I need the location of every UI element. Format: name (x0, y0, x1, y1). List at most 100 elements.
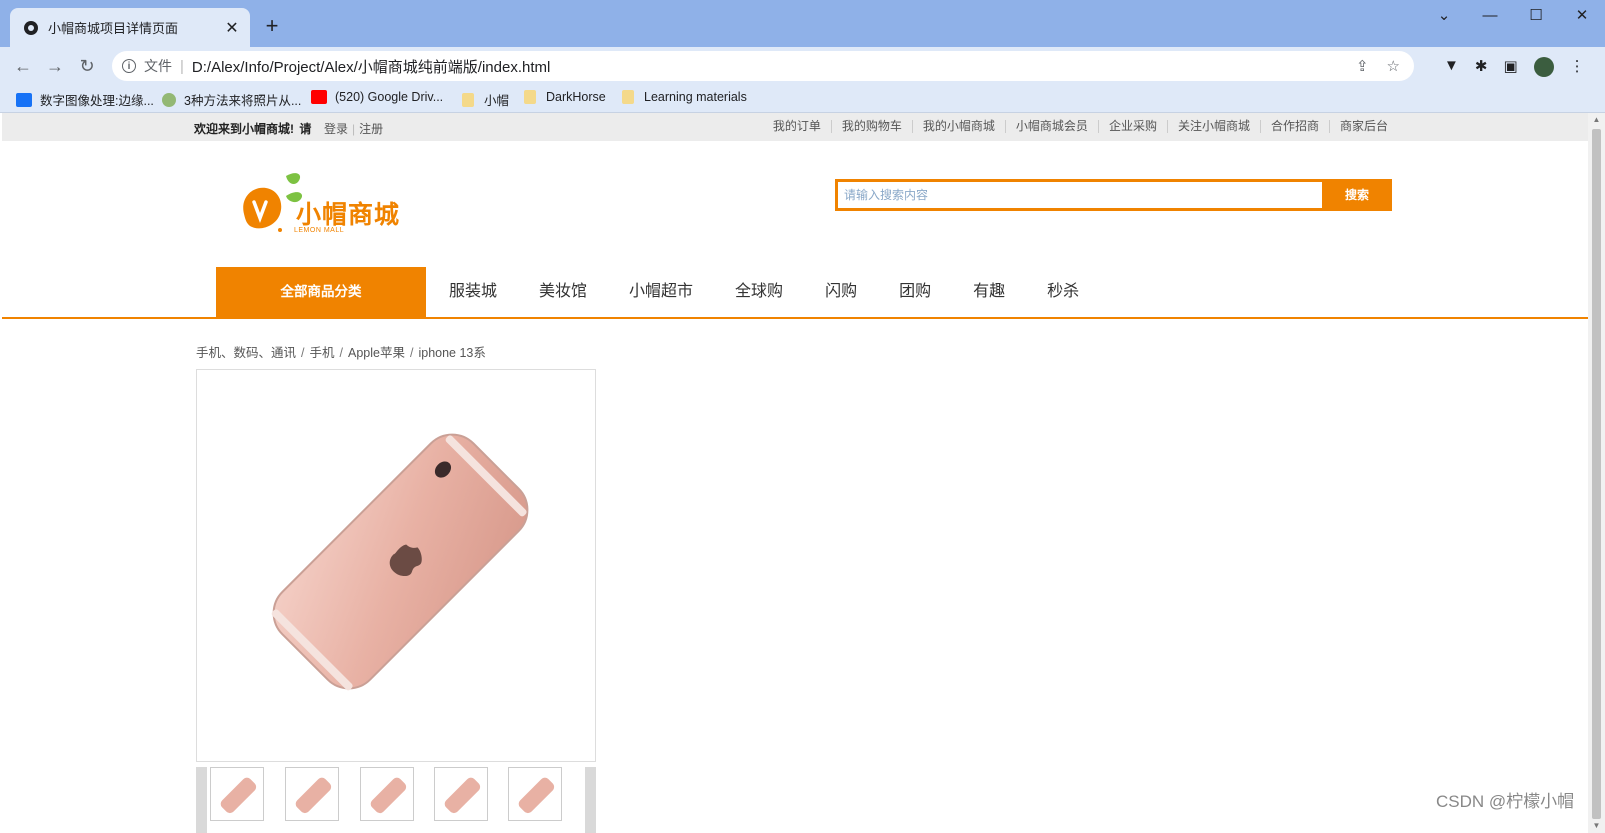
thumbnail-image[interactable] (508, 767, 562, 821)
thumb-next-arrow[interactable] (585, 767, 596, 833)
thumbnail-image[interactable] (210, 767, 264, 821)
breadcrumb: 手机、数码、通讯 / 手机 / Apple苹果 / iphone 13系 (196, 342, 486, 361)
reload-button[interactable]: ↻ (74, 53, 100, 79)
address-url[interactable]: D:/Alex/Info/Project/Alex/小帽商城纯前端版/index… (192, 56, 550, 77)
nav-item-beauty[interactable]: 美妆馆 (518, 267, 608, 317)
link-merchant[interactable]: 商家后台 (1328, 120, 1398, 133)
nav-item-clothing[interactable]: 服装城 (428, 267, 518, 317)
bookmark-label: 小帽 (484, 94, 510, 108)
link-partnership[interactable]: 合作招商 (1259, 120, 1329, 133)
window-controls: ⌄ — ☐ ✕ (1421, 0, 1605, 32)
breadcrumb-item[interactable]: Apple苹果 (348, 346, 405, 360)
link-my-orders[interactable]: 我的订单 (763, 120, 831, 133)
breadcrumb-item[interactable]: 手机、数码、通讯 (196, 346, 296, 360)
bookmark-item[interactable]: 数字图像处理:边缘... (16, 90, 154, 109)
profile-avatar[interactable] (1533, 57, 1554, 77)
nav-item-fun[interactable]: 有趣 (952, 267, 1026, 317)
link-follow[interactable]: 关注小帽商城 (1166, 120, 1260, 133)
site-topbar: 欢迎来到小帽商城! 请 登录 | 注册 我的订单 我的购物车 我的小帽商城 小帽商城… (2, 113, 1588, 141)
bookmark-label: Learning materials (644, 90, 747, 104)
link-my-cart[interactable]: 我的购物车 (830, 120, 912, 133)
breadcrumb-separator: / (301, 346, 305, 360)
breadcrumb-item[interactable]: iphone 13系 (418, 346, 485, 360)
scrollbar-thumb[interactable] (1592, 129, 1601, 819)
extensions-puzzle-icon[interactable]: ✱ (1475, 57, 1488, 77)
page-viewport: 欢迎来到小帽商城! 请 登录 | 注册 我的订单 我的购物车 我的小帽商城 小帽商城… (2, 113, 1588, 833)
nav-item-seckill[interactable]: 秒杀 (1026, 267, 1100, 317)
globe-icon (24, 20, 38, 35)
nav-item-supermarket[interactable]: 小帽超市 (608, 267, 714, 317)
close-window-button[interactable]: ✕ (1559, 0, 1605, 32)
wikihow-icon (162, 92, 176, 107)
bookmark-label: 3种方法来将照片从... (184, 94, 302, 108)
please-text: 请 (299, 122, 312, 136)
breadcrumb-item[interactable]: 手机 (310, 346, 335, 360)
share-icon[interactable]: ⇪ (1356, 57, 1369, 75)
search-button[interactable]: 搜索 (1322, 179, 1392, 211)
browser-toolbar: ← → ↻ i 文件 | D:/Alex/Info/Project/Alex/小… (0, 47, 1605, 85)
breadcrumb-separator: / (339, 346, 343, 360)
bookmark-label: 数字图像处理:边缘... (40, 94, 154, 108)
scroll-down-icon[interactable]: ▼ (1588, 819, 1605, 833)
vue-devtools-icon[interactable]: ▼ (1444, 57, 1459, 77)
tab-search-dropdown-icon[interactable]: ⌄ (1421, 0, 1467, 32)
nav-item-flash[interactable]: 闪购 (804, 267, 878, 317)
thumbnail-image[interactable] (434, 767, 488, 821)
nav-item-group[interactable]: 团购 (878, 267, 952, 317)
thumbnail-image[interactable] (285, 767, 339, 821)
register-link[interactable]: 注册 (355, 122, 387, 136)
browser-titlebar: 小帽商城项目详情页面 ✕ + ⌄ — ☐ ✕ (0, 0, 1605, 47)
auth-links: 登录 | 注册 (320, 120, 387, 137)
zhihu-icon (16, 92, 32, 107)
address-scheme-label: 文件 (144, 58, 172, 74)
bookmark-folder[interactable]: Learning materials (622, 90, 747, 104)
tab-title: 小帽商城项目详情页面 (48, 21, 179, 36)
youtube-icon (311, 90, 327, 104)
thumb-prev-arrow[interactable] (196, 767, 207, 833)
all-categories-button[interactable]: 全部商品分类 (216, 267, 426, 317)
product-preview[interactable] (196, 369, 596, 762)
bookmark-item[interactable]: 3种方法来将照片从... (162, 90, 301, 109)
bookmark-label: DarkHorse (546, 90, 606, 104)
link-my-mall[interactable]: 我的小帽商城 (911, 120, 1005, 133)
bookmark-label: (520) Google Driv... (335, 90, 444, 104)
bookmark-star-icon[interactable]: ☆ (1387, 57, 1400, 75)
link-enterprise[interactable]: 企业采购 (1097, 120, 1167, 133)
nav-item-global[interactable]: 全球购 (714, 267, 804, 317)
back-button[interactable]: ← (10, 53, 36, 79)
nav-items: 服装城 美妆馆 小帽超市 全球购 闪购 团购 有趣 秒杀 (428, 267, 1100, 317)
close-tab-icon[interactable]: ✕ (222, 18, 242, 38)
browser-tab-active[interactable]: 小帽商城项目详情页面 ✕ (10, 8, 250, 47)
search-box (835, 179, 1392, 211)
thumbnail-strip (196, 767, 596, 833)
extension-icons: ▼ ✱ ▣ ⋮ (1444, 57, 1585, 77)
logo-text[interactable]: 小帽商城 (296, 195, 400, 231)
bookmark-item[interactable]: (520) Google Driv... (311, 90, 443, 104)
watermark: CSDN @柠檬小帽 (1436, 792, 1575, 811)
maximize-button[interactable]: ☐ (1513, 0, 1559, 32)
address-bar[interactable]: i 文件 | D:/Alex/Info/Project/Alex/小帽商城纯前端… (112, 51, 1414, 81)
thumbnail-image[interactable] (360, 767, 414, 821)
minimize-button[interactable]: — (1467, 0, 1513, 32)
folder-icon (462, 92, 474, 107)
logo-subtitle: LEMON MALL (294, 227, 345, 234)
address-separator: | (180, 57, 184, 75)
link-membership[interactable]: 小帽商城会员 (1004, 120, 1098, 133)
scroll-up-icon[interactable]: ▲ (1588, 113, 1605, 127)
info-icon[interactable]: i (122, 59, 136, 73)
new-tab-button[interactable]: + (258, 12, 286, 40)
bookmarks-bar: 数字图像处理:边缘... 3种方法来将照片从... (520) Google D… (0, 85, 1605, 112)
page-scrollbar[interactable]: ▲ ▼ (1588, 113, 1605, 833)
main-nav: 全部商品分类 服装城 美妆馆 小帽超市 全球购 闪购 团购 有趣 秒杀 (2, 267, 1588, 319)
welcome-message: 欢迎来到小帽商城! (194, 122, 294, 136)
bookmark-folder[interactable]: 小帽 (462, 90, 509, 109)
bookmark-folder[interactable]: DarkHorse (524, 90, 606, 104)
forward-button[interactable]: → (42, 53, 68, 79)
breadcrumb-separator: / (409, 346, 414, 360)
login-link[interactable]: 登录 (320, 122, 352, 136)
side-panel-icon[interactable]: ▣ (1503, 57, 1517, 77)
search-input[interactable] (838, 182, 1389, 208)
folder-icon (524, 90, 536, 104)
more-menu-icon[interactable]: ⋮ (1570, 57, 1585, 77)
folder-icon (622, 90, 634, 104)
